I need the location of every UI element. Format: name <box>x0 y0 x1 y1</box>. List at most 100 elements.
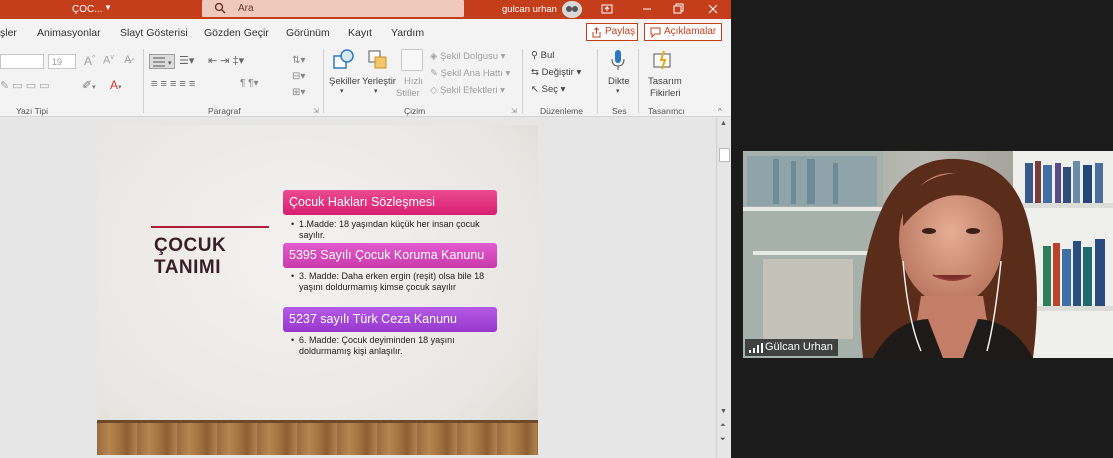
wooden-floor-image <box>97 420 538 455</box>
shapes-dropdown-icon[interactable]: ▾ <box>340 87 344 95</box>
text-direction-icon[interactable]: ⇅▾ <box>292 55 305 66</box>
smartart-icon[interactable]: ⊞▾ <box>292 87 305 98</box>
comments-button[interactable]: Açıklamalar <box>644 23 722 41</box>
group-paragraph-label: Paragraf <box>208 106 241 116</box>
separator <box>522 49 523 113</box>
tab-view[interactable]: Görünüm <box>286 27 330 39</box>
powerpoint-window: ÇOC... ▼ Ara gulcan urhan şler Animasyon… <box>0 0 731 458</box>
direction-icons[interactable]: ¶ ¶▾ <box>240 78 259 89</box>
shape-fill-icon: ◈ <box>430 51 440 62</box>
designer-label-1[interactable]: Tasarım <box>648 76 682 87</box>
find-label: Bul <box>540 50 555 61</box>
clear-format-icon[interactable]: A̷ <box>124 54 131 66</box>
title-bar: ÇOC... ▼ Ara gulcan urhan <box>0 0 731 19</box>
tab-slideshow[interactable]: Slayt Gösterisi <box>120 27 188 39</box>
bullet-dot: • <box>291 271 295 281</box>
participant-video-frame <box>743 151 1113 358</box>
section-bullet-2: • 3. Madde: Daha erken ergin (reşit) ols… <box>291 271 501 293</box>
avatar[interactable] <box>562 1 582 18</box>
ribbon-display-icon[interactable] <box>600 2 614 16</box>
slide-title-line1: ÇOCUK <box>154 235 227 256</box>
designer-icon[interactable] <box>652 49 674 71</box>
shapes-label[interactable]: Şekiller <box>329 76 360 87</box>
tab-animations[interactable]: Animasyonlar <box>37 27 101 39</box>
scroll-thumb[interactable] <box>719 148 730 162</box>
restore-icon[interactable] <box>671 2 685 16</box>
paragraph-launcher-icon[interactable]: ⇲ <box>313 107 319 115</box>
font-name-box[interactable] <box>0 54 44 69</box>
close-icon[interactable] <box>706 2 720 16</box>
shape-fill-button[interactable]: ◈ Şekil Dolgusu ▾ <box>430 51 505 62</box>
search-placeholder: Ara <box>238 3 254 14</box>
quick-styles-icon[interactable] <box>401 49 423 71</box>
alignment-icons[interactable]: ≡ ≡ ≡ ≡ ≡ <box>151 78 195 90</box>
arrange-label[interactable]: Yerleştir <box>362 76 396 87</box>
document-title[interactable]: ÇOC... <box>72 4 103 15</box>
separator <box>323 49 324 113</box>
ribbon-tabs: şler Animasyonlar Slayt Gösterisi Gözden… <box>0 19 731 45</box>
shape-outline-button[interactable]: ✎ Şekil Ana Hattı ▾ <box>430 68 510 79</box>
align-text-icon[interactable]: ⊟▾ <box>292 71 305 82</box>
scroll-up-icon[interactable]: ▲ <box>720 120 727 127</box>
title-dropdown-icon[interactable]: ▼ <box>104 3 112 12</box>
search-box[interactable]: Ara <box>202 0 464 17</box>
shapes-icon[interactable] <box>331 48 357 72</box>
shape-effects-label: Şekil Efektleri <box>439 85 498 96</box>
account-name[interactable]: gulcan urhan <box>502 4 557 15</box>
group-drawing-label: Çizim <box>404 106 426 116</box>
participant-video[interactable]: Gülcan Urhan <box>743 151 1113 358</box>
arrange-icon[interactable] <box>366 48 390 72</box>
microphone-icon[interactable] <box>610 49 626 73</box>
bullets-button[interactable]: ▾ <box>149 54 175 69</box>
arrange-dropdown-icon[interactable]: ▾ <box>374 87 378 95</box>
next-slide-icon[interactable]: ⏷ <box>720 436 726 444</box>
bullet-text-3: 6. Madde: Çocuk deyiminden 18 yaşını dol… <box>299 335 455 356</box>
title-accent-line <box>151 226 269 228</box>
dictate-dropdown-icon[interactable]: ▾ <box>616 87 620 95</box>
group-font-label: Yazı Tipi <box>16 106 48 116</box>
font-color-icon[interactable]: A▾ <box>110 78 122 92</box>
quick-styles-label-2[interactable]: Stiller <box>396 88 420 99</box>
replace-icon: ⇆ <box>531 67 542 78</box>
share-icon <box>592 27 601 38</box>
shape-outline-label: Şekil Ana Hattı <box>440 68 503 79</box>
shrink-font-icon[interactable]: Av <box>103 54 114 67</box>
font-size-value: 19 <box>52 57 63 67</box>
quick-styles-label-1[interactable]: Hızlı <box>404 76 423 87</box>
bullet-text-1: 1.Madde: 18 yaşından küçük her insan çoc… <box>299 219 480 240</box>
tab-review[interactable]: Gözden Geçir <box>204 27 269 39</box>
collapse-ribbon-icon[interactable]: ^ <box>718 107 722 116</box>
grow-font-icon[interactable]: A^ <box>84 54 95 68</box>
section-bullet-1: • 1.Madde: 18 yaşından küçük her insan ç… <box>291 219 501 241</box>
slide-title: ÇOCUK TANIMI <box>154 235 226 279</box>
replace-button[interactable]: ⇆ Değiştir ▾ <box>531 67 581 78</box>
vertical-scrollbar[interactable]: ▲ ▼ ⏶ ⏷ <box>716 118 731 458</box>
tab-help[interactable]: Yardım <box>391 27 424 39</box>
comments-icon <box>650 27 661 38</box>
group-designer-label: Tasarımcı <box>648 106 685 116</box>
svg-text:▾: ▾ <box>168 60 172 67</box>
shape-effects-button[interactable]: ◇ Şekil Efektleri ▾ <box>430 85 505 96</box>
select-button[interactable]: ↖ Seç ▾ <box>531 84 565 95</box>
search-icon <box>214 2 226 14</box>
minimize-icon[interactable] <box>640 2 654 16</box>
tab-insert[interactable]: şler <box>0 27 17 39</box>
indent-icons[interactable]: ⇤ ⇥ ‡▾ <box>208 54 244 67</box>
signal-icon <box>749 343 763 353</box>
scroll-down-icon[interactable]: ▼ <box>720 408 727 415</box>
dictate-label[interactable]: Dikte <box>608 76 630 87</box>
slide[interactable]: ÇOCUK TANIMI Çocuk Hakları Sözleşmesi • … <box>97 125 538 455</box>
screen: ÇOC... ▼ Ara gulcan urhan şler Animasyon… <box>0 0 1113 458</box>
find-button[interactable]: ⚲ Bul <box>531 50 554 61</box>
highlight-icon[interactable]: ✐▾ <box>82 78 96 92</box>
share-button[interactable]: Paylaş <box>586 23 638 41</box>
numbering-icon[interactable]: ☰▾ <box>179 54 194 67</box>
drawing-launcher-icon[interactable]: ⇲ <box>511 107 517 115</box>
slide-title-line2: TANIMI <box>154 257 222 278</box>
tab-record[interactable]: Kayıt <box>348 27 372 39</box>
previous-slide-icon[interactable]: ⏶ <box>720 422 726 430</box>
font-size-box[interactable]: 19 <box>48 54 76 69</box>
section-header-1: Çocuk Hakları Sözleşmesi <box>283 190 497 215</box>
format-row-icons[interactable]: ✎ ▭ ▭ ▭ <box>0 79 50 92</box>
designer-label-2[interactable]: Fikirleri <box>650 88 681 99</box>
